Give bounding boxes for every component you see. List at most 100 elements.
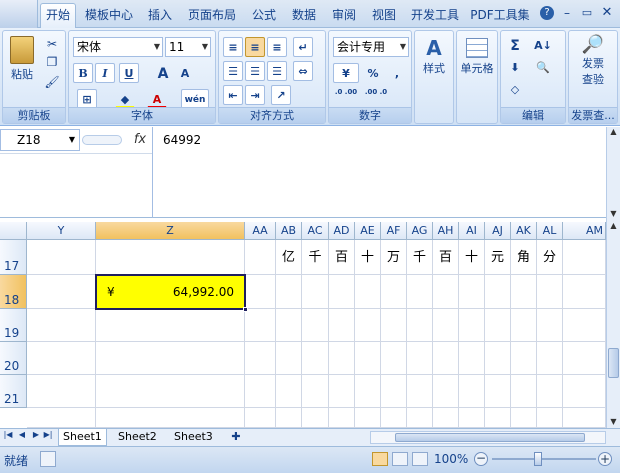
grid-cell[interactable] bbox=[381, 309, 407, 342]
grid-cell[interactable] bbox=[407, 408, 433, 428]
merge-center-icon[interactable]: ⇔ bbox=[293, 61, 313, 81]
zoom-slider-thumb[interactable] bbox=[534, 452, 542, 466]
grid-cell[interactable] bbox=[485, 342, 511, 375]
shrink-font-button[interactable]: A bbox=[175, 63, 195, 83]
comma-button[interactable]: , bbox=[387, 63, 407, 83]
vertical-scroll-thumb[interactable] bbox=[608, 348, 619, 378]
grid-cell[interactable] bbox=[96, 240, 245, 275]
column-header[interactable]: AJ bbox=[485, 222, 511, 240]
fx-icon[interactable]: fx bbox=[128, 129, 152, 151]
grid-cell[interactable] bbox=[459, 275, 485, 309]
grid-cell[interactable] bbox=[381, 408, 407, 428]
grid-cell[interactable] bbox=[485, 408, 511, 428]
column-header[interactable]: AK bbox=[511, 222, 537, 240]
tab-developer[interactable]: 开发工具 bbox=[406, 4, 464, 26]
select-all-corner[interactable] bbox=[0, 222, 27, 240]
grid-cell[interactable] bbox=[276, 275, 302, 309]
number-format-select[interactable]: 会计专用 ▼ bbox=[333, 37, 409, 57]
autosum-icon[interactable]: Σ bbox=[505, 35, 525, 55]
grid-cell[interactable] bbox=[459, 375, 485, 408]
last-sheet-icon[interactable]: ▶| bbox=[42, 430, 54, 439]
grid-cell[interactable] bbox=[355, 408, 381, 428]
grid-cell[interactable] bbox=[96, 375, 245, 408]
fill-handle[interactable] bbox=[243, 307, 248, 312]
grid-cell[interactable] bbox=[537, 342, 563, 375]
percent-button[interactable]: % bbox=[363, 63, 383, 83]
sheet-tab[interactable]: Sheet3 bbox=[170, 429, 217, 446]
grid-cell[interactable] bbox=[276, 342, 302, 375]
unit-cell[interactable]: 亿 bbox=[276, 240, 302, 275]
grid-cell[interactable] bbox=[302, 375, 329, 408]
formula-input[interactable]: 64992 bbox=[152, 127, 606, 218]
unit-cell[interactable]: 角 bbox=[511, 240, 537, 275]
grid-cell[interactable] bbox=[459, 408, 485, 428]
column-header[interactable]: AL bbox=[537, 222, 563, 240]
increase-decimal-button[interactable]: .0 .00 bbox=[333, 87, 359, 107]
unit-cell[interactable]: 万 bbox=[381, 240, 407, 275]
grid-cell[interactable] bbox=[537, 275, 563, 309]
decrease-decimal-button[interactable]: .00 .0 bbox=[363, 87, 389, 107]
grid-cell[interactable] bbox=[329, 342, 355, 375]
unit-cell[interactable]: 千 bbox=[407, 240, 433, 275]
phonetic-icon[interactable]: wén bbox=[181, 89, 209, 109]
unit-cell[interactable]: 元 bbox=[485, 240, 511, 275]
grid-cell[interactable] bbox=[276, 408, 302, 428]
grid-cell[interactable] bbox=[433, 275, 459, 309]
column-header[interactable]: AE bbox=[355, 222, 381, 240]
grid-cell[interactable] bbox=[245, 240, 276, 275]
prev-sheet-icon[interactable]: ◀ bbox=[16, 430, 28, 439]
grid-cell[interactable] bbox=[537, 408, 563, 428]
grid-cell[interactable] bbox=[27, 275, 96, 309]
column-header[interactable]: Y bbox=[27, 222, 96, 240]
grid-cell[interactable] bbox=[433, 408, 459, 428]
grid-cell[interactable] bbox=[245, 275, 276, 309]
styles-button[interactable]: A 样式 bbox=[417, 35, 451, 91]
selected-cell-z18[interactable]: ¥ 64,992.00 bbox=[95, 274, 248, 312]
currency-format-icon[interactable]: ¥ bbox=[333, 63, 359, 83]
grid-cell[interactable] bbox=[245, 342, 276, 375]
grid-cell[interactable] bbox=[511, 309, 537, 342]
grow-font-button[interactable]: A bbox=[153, 63, 173, 83]
grid-cell[interactable] bbox=[27, 342, 96, 375]
fill-color-icon[interactable]: ◆ bbox=[115, 89, 135, 109]
grid-cell[interactable] bbox=[407, 375, 433, 408]
grid-cell[interactable] bbox=[329, 309, 355, 342]
grid-cell[interactable] bbox=[96, 309, 245, 342]
grid-cell[interactable] bbox=[302, 275, 329, 309]
align-left-icon[interactable]: ☰ bbox=[223, 61, 243, 81]
grid-cell[interactable] bbox=[407, 309, 433, 342]
unit-cell[interactable]: 百 bbox=[329, 240, 355, 275]
grid-cell[interactable] bbox=[433, 342, 459, 375]
grid-cell[interactable] bbox=[381, 342, 407, 375]
tab-templates[interactable]: 模板中心 bbox=[80, 4, 138, 26]
vertical-scrollbar[interactable]: ▲ ▼ bbox=[606, 218, 620, 428]
column-header[interactable]: AM bbox=[563, 222, 606, 240]
scroll-up-icon[interactable]: ▲ bbox=[607, 221, 620, 230]
restore-icon[interactable]: ▭ bbox=[580, 6, 594, 19]
grid-cell[interactable] bbox=[563, 275, 606, 309]
zoom-out-icon[interactable]: − bbox=[474, 452, 488, 466]
name-box[interactable]: Z18 ▼ bbox=[0, 129, 80, 151]
column-header[interactable]: AI bbox=[459, 222, 485, 240]
grid-cell[interactable] bbox=[245, 375, 276, 408]
grid-cell[interactable] bbox=[511, 408, 537, 428]
grid-cell[interactable] bbox=[329, 408, 355, 428]
increase-indent-icon[interactable]: ⇥ bbox=[245, 85, 265, 105]
column-header[interactable]: AA bbox=[245, 222, 276, 240]
grid-cell[interactable] bbox=[563, 375, 606, 408]
clear-icon[interactable]: ◇ bbox=[505, 79, 525, 99]
decrease-indent-icon[interactable]: ⇤ bbox=[223, 85, 243, 105]
scroll-down-icon[interactable]: ▼ bbox=[607, 417, 620, 426]
grid-cell[interactable] bbox=[27, 309, 96, 342]
insert-sheet-icon[interactable]: ✚ bbox=[228, 430, 244, 443]
align-center-icon[interactable]: ☰ bbox=[245, 61, 265, 81]
bold-button[interactable]: B bbox=[73, 63, 93, 83]
office-button[interactable] bbox=[0, 0, 38, 28]
normal-view-icon[interactable] bbox=[372, 452, 388, 466]
find-select-icon[interactable]: 🔍 bbox=[533, 57, 553, 77]
font-size-select[interactable]: 11 ▼ bbox=[165, 37, 211, 57]
unit-cell[interactable]: 百 bbox=[433, 240, 459, 275]
copy-icon[interactable]: ❐ bbox=[43, 55, 61, 69]
grid-cell[interactable] bbox=[511, 375, 537, 408]
grid-cell[interactable] bbox=[355, 309, 381, 342]
